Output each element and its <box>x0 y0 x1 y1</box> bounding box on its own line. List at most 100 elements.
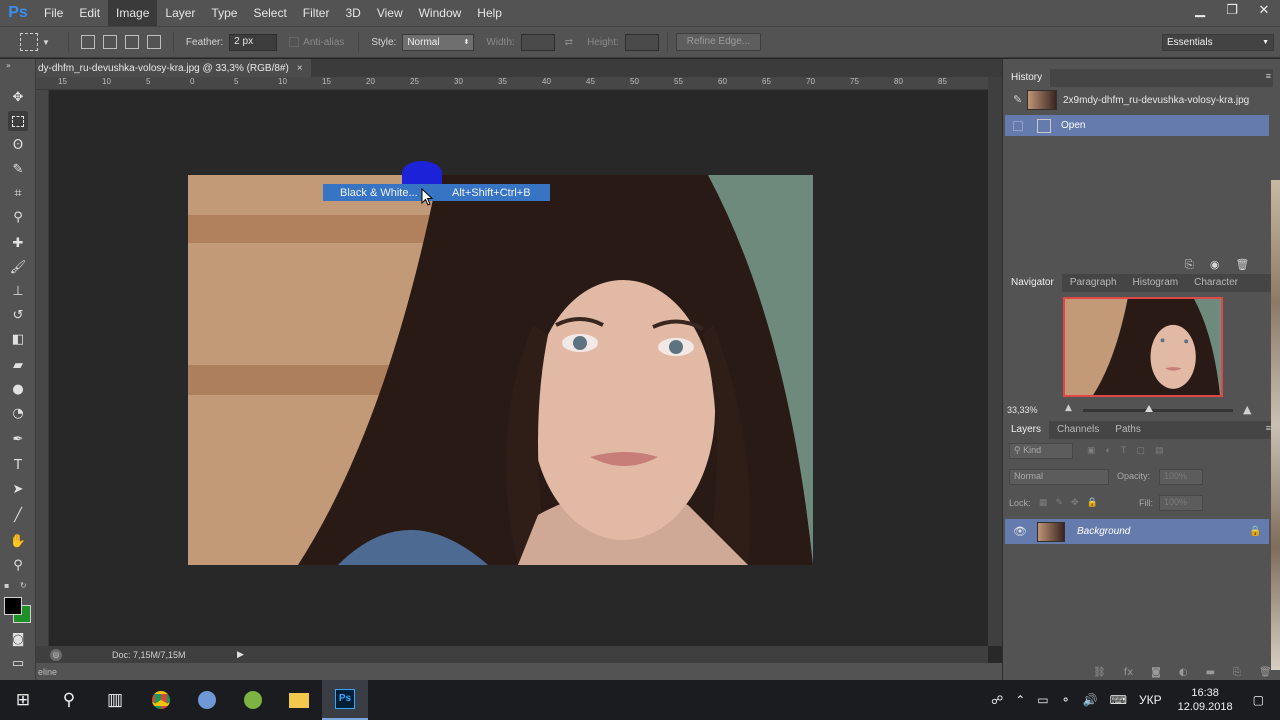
subtract-selection-icon[interactable] <box>124 35 139 49</box>
tab-history[interactable]: History <box>1003 69 1051 87</box>
fx-icon[interactable]: fx <box>1124 667 1133 678</box>
windows-start-icon[interactable]: ⊞ <box>0 680 46 720</box>
navigator-preview[interactable] <box>1063 297 1223 397</box>
chevron-down-icon[interactable]: ▼ <box>42 38 50 47</box>
blur-tool-icon[interactable]: ● <box>8 379 28 399</box>
menu-filter[interactable]: Filter <box>295 0 338 26</box>
antialias-checkbox[interactable] <box>289 37 300 47</box>
menu-3d[interactable]: 3D <box>337 0 368 26</box>
file-explorer-icon[interactable] <box>276 680 322 720</box>
vertical-scrollbar[interactable] <box>988 77 1002 646</box>
adjustment-icon[interactable]: ◐ <box>1179 667 1188 678</box>
opacity-input[interactable]: 100% <box>1159 469 1203 485</box>
canvas-area[interactable] <box>49 90 988 646</box>
menu-type[interactable]: Type <box>203 0 245 26</box>
healing-brush-tool-icon[interactable]: ✚ <box>8 233 28 253</box>
close-button[interactable]: ✕ <box>1248 0 1280 20</box>
notifications-icon[interactable]: ▢ <box>1253 693 1264 707</box>
app-globe-icon[interactable] <box>184 680 230 720</box>
brush-tool-icon[interactable]: 🖌 <box>8 257 28 277</box>
hand-tool-icon[interactable]: ✋ <box>8 531 28 551</box>
line-tool-icon[interactable]: ╱ <box>8 505 28 525</box>
clock[interactable]: 16:38 12.09.2018 <box>1178 686 1233 714</box>
history-state-open[interactable]: Open <box>1005 115 1269 136</box>
feather-input[interactable]: 2 px <box>229 33 278 51</box>
history-state-checkbox[interactable] <box>1013 120 1023 131</box>
dodge-tool-icon[interactable]: ◔ <box>8 403 28 423</box>
new-snapshot-icon[interactable]: ◉ <box>1210 258 1220 272</box>
path-selection-tool-icon[interactable]: ➤ <box>8 479 28 499</box>
default-colors-icon[interactable]: ▪ <box>4 581 9 590</box>
move-tool-icon[interactable]: ✥ <box>8 87 28 107</box>
style-select[interactable]: Normal ⬍ <box>402 33 475 51</box>
battery-icon[interactable]: ▭ <box>1037 693 1048 707</box>
pen-tool-icon[interactable]: ✒ <box>8 429 28 449</box>
layer-name[interactable]: Background <box>1077 526 1237 537</box>
menu-window[interactable]: Window <box>411 0 470 26</box>
history-brush-tool-icon[interactable]: ↺ <box>8 305 28 325</box>
trash-icon[interactable]: 🗑 <box>1259 667 1272 678</box>
lasso-tool-icon[interactable]: ʘ <box>8 135 28 155</box>
crop-tool-icon[interactable]: ⌗ <box>8 183 28 203</box>
tab-histogram[interactable]: Histogram <box>1125 274 1187 292</box>
people-icon[interactable]: ☍ <box>991 693 1003 707</box>
menu-select[interactable]: Select <box>245 0 294 26</box>
android-app-icon[interactable] <box>230 680 276 720</box>
menu-help[interactable]: Help <box>469 0 510 26</box>
chevron-up-icon[interactable]: ⌃ <box>1015 693 1025 707</box>
link-icon[interactable]: ⛓ <box>1093 667 1106 678</box>
layer-filter-icons[interactable]: ▣◐T▢▤ <box>1087 445 1173 456</box>
mask-icon[interactable]: ◙ <box>1151 667 1161 678</box>
new-document-from-state-icon[interactable]: ⎘ <box>1185 258 1194 272</box>
swap-icon[interactable]: ⇄ <box>565 37 573 48</box>
black-and-white-menu-item[interactable]: Black & White... Alt+Shift+Ctrl+B <box>323 184 550 201</box>
tab-character[interactable]: Character <box>1186 274 1246 292</box>
screen-mode-icon[interactable]: ▭ <box>8 653 28 673</box>
swap-colors-icon[interactable]: ↻ <box>20 581 27 590</box>
add-selection-icon[interactable] <box>102 35 117 49</box>
zoom-tool-icon[interactable]: ⚲ <box>8 555 28 575</box>
new-layer-icon[interactable]: ⎘ <box>1233 667 1241 678</box>
menu-edit[interactable]: Edit <box>71 0 108 26</box>
collapse-icon[interactable]: » <box>6 61 11 70</box>
quick-selection-tool-icon[interactable]: ✎ <box>8 159 28 179</box>
quick-mask-icon[interactable]: ◙ <box>8 629 28 649</box>
task-view-icon[interactable]: ▥ <box>92 680 138 720</box>
search-icon[interactable]: ⚲ <box>46 680 92 720</box>
refine-edge-button[interactable]: Refine Edge... <box>675 33 762 51</box>
tab-layers[interactable]: Layers <box>1003 421 1050 439</box>
navigator-zoom-slider[interactable] <box>1083 405 1233 412</box>
zoom-in-icon[interactable]: ▲ <box>1243 403 1251 416</box>
minimize-button[interactable]: ▁ <box>1184 0 1216 20</box>
network-icon[interactable]: ⚬ <box>1061 693 1071 707</box>
height-input[interactable] <box>624 33 659 51</box>
marquee-preset-icon[interactable] <box>20 33 38 51</box>
eraser-tool-icon[interactable]: ◧ <box>8 329 28 349</box>
eye-icon[interactable]: 👁 <box>1013 525 1027 538</box>
gradient-tool-icon[interactable]: ▰ <box>8 355 28 375</box>
document-tab[interactable]: dy-dhfm_ru-devushka-volosy-kra.jpg @ 33,… <box>36 59 311 77</box>
slider-knob[interactable] <box>1145 405 1153 412</box>
tab-channels[interactable]: Channels <box>1049 421 1107 439</box>
fill-input[interactable]: 100% <box>1159 495 1203 511</box>
new-selection-icon[interactable] <box>80 35 95 49</box>
layer-filter-select[interactable]: ⚲ Kind <box>1009 443 1073 459</box>
zoom-out-icon[interactable]: ▲ <box>1065 403 1072 413</box>
close-tab-icon[interactable]: × <box>297 63 303 74</box>
layer-row-background[interactable]: 👁 Background 🔒 <box>1005 519 1269 544</box>
workspace-select[interactable]: Essentials ▼ <box>1162 33 1274 51</box>
panel-menu-icon[interactable]: ≡ <box>1266 71 1271 81</box>
intersect-selection-icon[interactable] <box>146 35 161 49</box>
keyboard-icon[interactable]: ⌨ <box>1110 693 1127 707</box>
play-arrow-icon[interactable]: ▶ <box>237 649 244 660</box>
tab-navigator[interactable]: Navigator <box>1003 274 1062 292</box>
restore-button[interactable]: ❐ <box>1216 0 1248 20</box>
menu-layer[interactable]: Layer <box>157 0 203 26</box>
tab-paragraph[interactable]: Paragraph <box>1062 274 1125 292</box>
lock-icon[interactable]: 🔒 <box>1249 526 1261 537</box>
menu-image[interactable]: Image <box>108 0 158 26</box>
clone-stamp-tool-icon[interactable]: ⊥ <box>8 281 28 301</box>
type-tool-icon[interactable]: T <box>8 455 28 475</box>
folder-icon[interactable]: ▬ <box>1206 667 1215 678</box>
history-snapshot[interactable]: ✎ 2x9mdy-dhfm_ru-devushka-volosy-kra.jpg <box>1005 88 1269 112</box>
